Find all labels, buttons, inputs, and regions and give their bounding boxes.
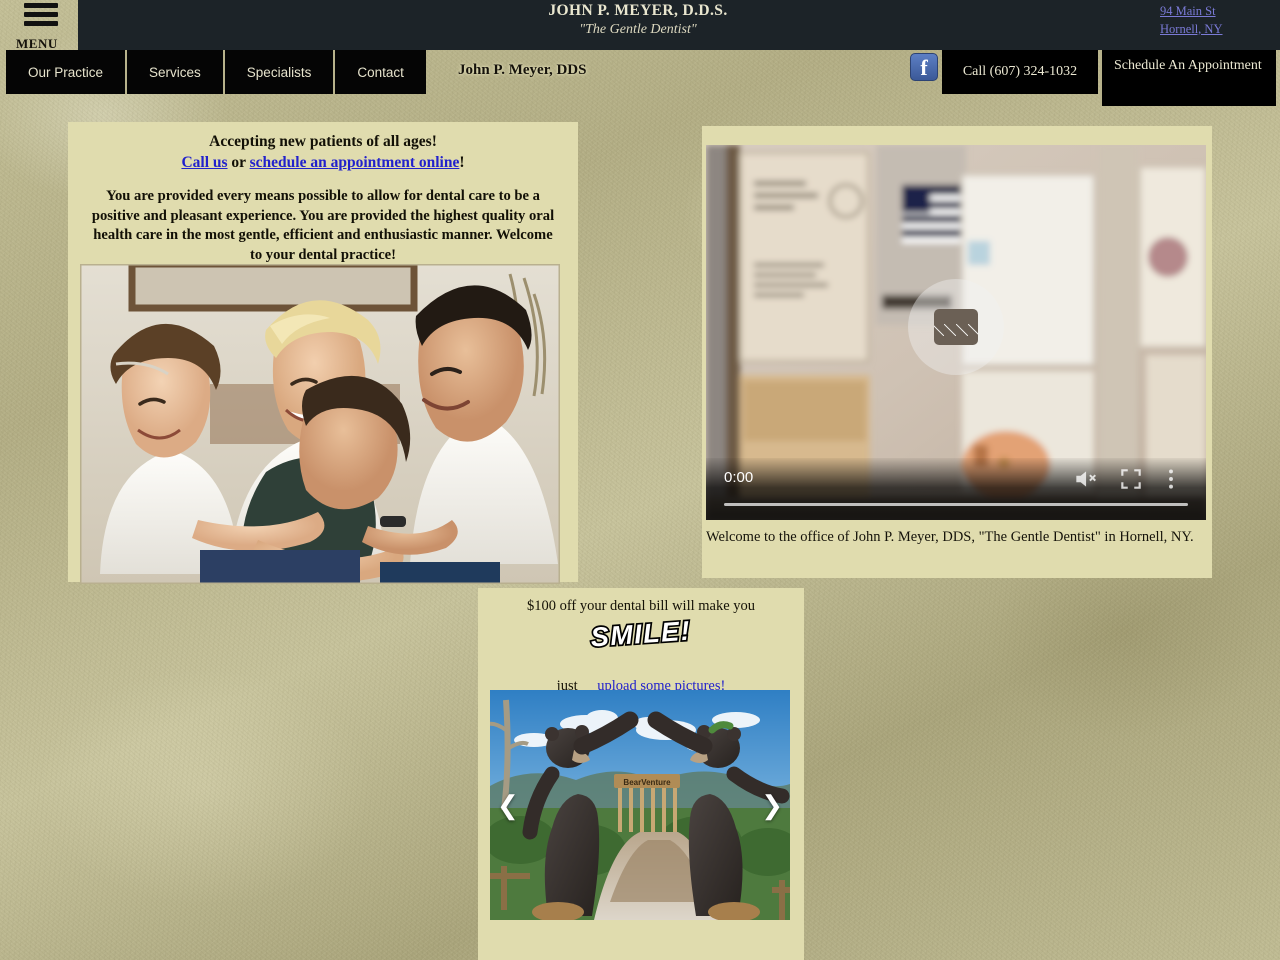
hamburger-bar bbox=[24, 3, 58, 8]
video-current-time: 0:00 bbox=[724, 469, 754, 486]
hamburger-bar bbox=[24, 12, 58, 17]
nav-item-specialists[interactable]: Specialists bbox=[224, 50, 336, 94]
broken-media-icon bbox=[908, 279, 1004, 375]
video-progress-bar[interactable] bbox=[724, 503, 1188, 506]
broken-media-glyph bbox=[934, 309, 978, 345]
schedule-appointment-button[interactable]: Schedule An Appointment bbox=[1100, 50, 1276, 106]
exclamation: ! bbox=[459, 154, 465, 172]
smile-graphic-text: SMILE! bbox=[590, 616, 692, 652]
left-panel-headline-block: Accepting new patients of all ages! Call… bbox=[68, 122, 578, 173]
call-phone-button[interactable]: Call (607) 324-1032 bbox=[942, 50, 1098, 94]
hamburger-icon[interactable] bbox=[24, 3, 58, 33]
family-photo bbox=[80, 264, 560, 584]
chevron-right-icon[interactable]: ❯ bbox=[761, 792, 783, 818]
main-navigation: Our Practice Services Specialists Contac… bbox=[6, 50, 426, 94]
doctor-name: John P. Meyer, DDS bbox=[458, 62, 587, 78]
welcome-body-copy: You are provided every means possible to… bbox=[91, 188, 555, 263]
video-player[interactable]: 0:00 bbox=[706, 145, 1206, 520]
nav-item-contact[interactable]: Contact bbox=[335, 50, 426, 94]
header-bar: JOHN P. MEYER, D.D.S. "The Gentle Dentis… bbox=[78, 0, 1280, 50]
chevron-left-icon[interactable]: ❮ bbox=[497, 792, 519, 818]
or-text: or bbox=[227, 154, 250, 172]
menu-label[interactable]: MENU bbox=[16, 36, 58, 52]
accepting-patients-headline: Accepting new patients of all ages! bbox=[209, 133, 437, 150]
promo-text: $100 off your dental bill will make you bbox=[526, 598, 756, 614]
nav-item-our-practice[interactable]: Our Practice bbox=[6, 50, 128, 94]
call-us-link[interactable]: Call us bbox=[181, 154, 227, 171]
kebab-menu-icon[interactable] bbox=[1158, 466, 1184, 492]
address-line-2[interactable]: Hornell, NY bbox=[1160, 20, 1270, 38]
address-line-1[interactable]: 94 Main St bbox=[1160, 2, 1270, 20]
nav-item-services[interactable]: Services bbox=[127, 50, 225, 94]
page-title: JOHN P. MEYER, D.D.S. bbox=[548, 2, 728, 19]
family-photo-image bbox=[80, 264, 560, 584]
smile-graphic: SMILE! bbox=[478, 614, 804, 654]
carousel-image: BearVenture bbox=[490, 690, 790, 920]
schedule-online-link[interactable]: schedule an appointment online bbox=[250, 154, 460, 171]
fullscreen-icon[interactable] bbox=[1118, 466, 1144, 492]
facebook-icon[interactable]: f bbox=[910, 53, 938, 81]
header-address-link[interactable]: 94 Main St Hornell, NY bbox=[1160, 2, 1270, 38]
image-carousel[interactable]: BearVenture ❮ ❯ bbox=[490, 690, 790, 920]
smile-graphic-image: SMILE! bbox=[588, 614, 694, 654]
muted-volume-icon[interactable] bbox=[1072, 466, 1098, 492]
page-tagline: "The Gentle Dentist" bbox=[579, 22, 697, 37]
left-panel-links: Call us or schedule an appointment onlin… bbox=[82, 152, 564, 173]
video-controls: 0:00 bbox=[706, 458, 1206, 520]
carousel-sign-text: BearVenture bbox=[623, 778, 671, 787]
video-caption: Welcome to the office of John P. Meyer, … bbox=[706, 529, 1194, 545]
hamburger-bar bbox=[24, 21, 58, 26]
